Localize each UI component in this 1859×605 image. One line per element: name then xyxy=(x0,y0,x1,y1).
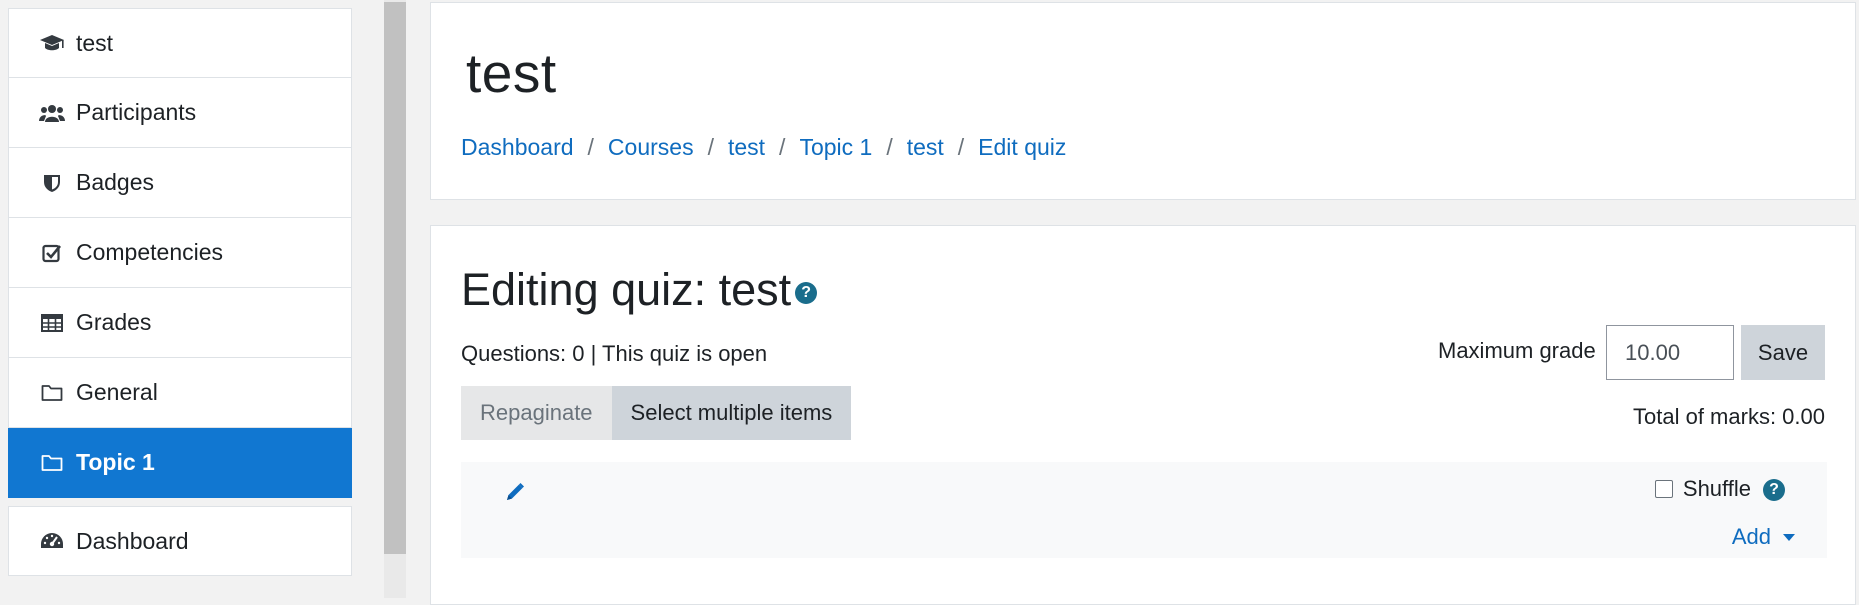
table-icon xyxy=(39,311,65,335)
page-title: test xyxy=(466,42,557,104)
breadcrumb-topic[interactable]: Topic 1 xyxy=(799,134,872,161)
sidebar-item-label: Topic 1 xyxy=(76,449,155,475)
users-icon xyxy=(39,101,65,125)
graduation-cap-icon xyxy=(39,31,65,55)
maximum-grade-label: Maximum grade xyxy=(1438,338,1596,363)
breadcrumb-course[interactable]: test xyxy=(728,134,765,161)
breadcrumb-edit-quiz[interactable]: Edit quiz xyxy=(978,134,1066,161)
sidebar-item-label: test xyxy=(76,29,114,56)
sidebar-item-label: General xyxy=(76,379,158,405)
caret-down-icon xyxy=(1783,533,1795,541)
select-multiple-items-button[interactable]: Select multiple items xyxy=(611,386,852,440)
heading-text: Editing quiz: test xyxy=(461,264,792,315)
total-of-marks: Total of marks: 0.00 xyxy=(1633,404,1825,429)
sidebar-item-badges[interactable]: Badges xyxy=(8,148,352,218)
sidebar-item-participants[interactable]: Participants xyxy=(8,78,352,148)
help-icon[interactable]: ? xyxy=(795,282,818,304)
pencil-icon[interactable] xyxy=(505,482,525,507)
add-menu-toggle[interactable]: Add xyxy=(1732,524,1795,550)
quiz-edit-region: Editing quiz: test ? Questions: 0 | This… xyxy=(430,225,1856,605)
shield-icon xyxy=(39,171,65,195)
check-square-icon xyxy=(39,241,65,265)
breadcrumb-separator: / xyxy=(957,134,965,160)
edit-button-group: Repaginate Select multiple items xyxy=(461,386,852,440)
folder-icon xyxy=(39,451,65,475)
shuffle-label: Shuffle xyxy=(1682,476,1751,501)
sidebar-item-label: Competencies xyxy=(76,239,224,265)
sidebar-item-label: Dashboard xyxy=(76,527,189,554)
breadcrumb-dashboard[interactable]: Dashboard xyxy=(461,134,574,161)
sidebar-item-competencies[interactable]: Competencies xyxy=(8,218,352,288)
breadcrumb-separator: / xyxy=(587,134,594,160)
breadcrumb: Dashboard / Courses / test / Topic 1 / t… xyxy=(461,134,1066,161)
shuffle-control: Shuffle ? xyxy=(1654,476,1785,502)
sidebar-item-grades[interactable]: Grades xyxy=(8,288,352,358)
scrollbar-thumb[interactable] xyxy=(384,2,406,554)
maximum-grade-input[interactable]: 10.00 xyxy=(1606,325,1734,380)
sidebar-item-general[interactable]: General xyxy=(8,358,352,428)
dashboard-icon xyxy=(39,529,65,553)
sidebar-item-topic-1[interactable]: Topic 1 xyxy=(8,428,352,498)
help-icon[interactable]: ? xyxy=(1763,479,1785,501)
editing-quiz-heading: Editing quiz: test ? xyxy=(461,264,818,316)
folder-icon xyxy=(39,381,65,405)
sidebar-item-label: Grades xyxy=(76,309,152,335)
sidebar-item-label: Badges xyxy=(76,169,155,195)
repaginate-button[interactable]: Repaginate xyxy=(461,386,612,440)
breadcrumb-courses[interactable]: Courses xyxy=(608,134,694,161)
quiz-status-info: Questions: 0 | This quiz is open xyxy=(461,341,768,366)
sidebar-item-label: Participants xyxy=(76,99,197,125)
add-label: Add xyxy=(1731,524,1771,549)
course-navigation: test Participants Badges Competencies Gr… xyxy=(8,8,352,576)
quiz-section: Shuffle ? Add xyxy=(461,462,1827,558)
breadcrumb-separator: / xyxy=(779,134,786,160)
sidebar-item-course[interactable]: test xyxy=(8,8,352,78)
breadcrumb-quiz[interactable]: test xyxy=(907,134,944,161)
shuffle-checkbox[interactable] xyxy=(1654,480,1673,498)
save-button[interactable]: Save xyxy=(1741,325,1825,380)
page-header: test Dashboard / Courses / test / Topic … xyxy=(430,2,1856,200)
breadcrumb-separator: / xyxy=(707,134,714,160)
breadcrumb-separator: / xyxy=(886,134,893,160)
sidebar-item-dashboard[interactable]: Dashboard xyxy=(8,506,352,576)
